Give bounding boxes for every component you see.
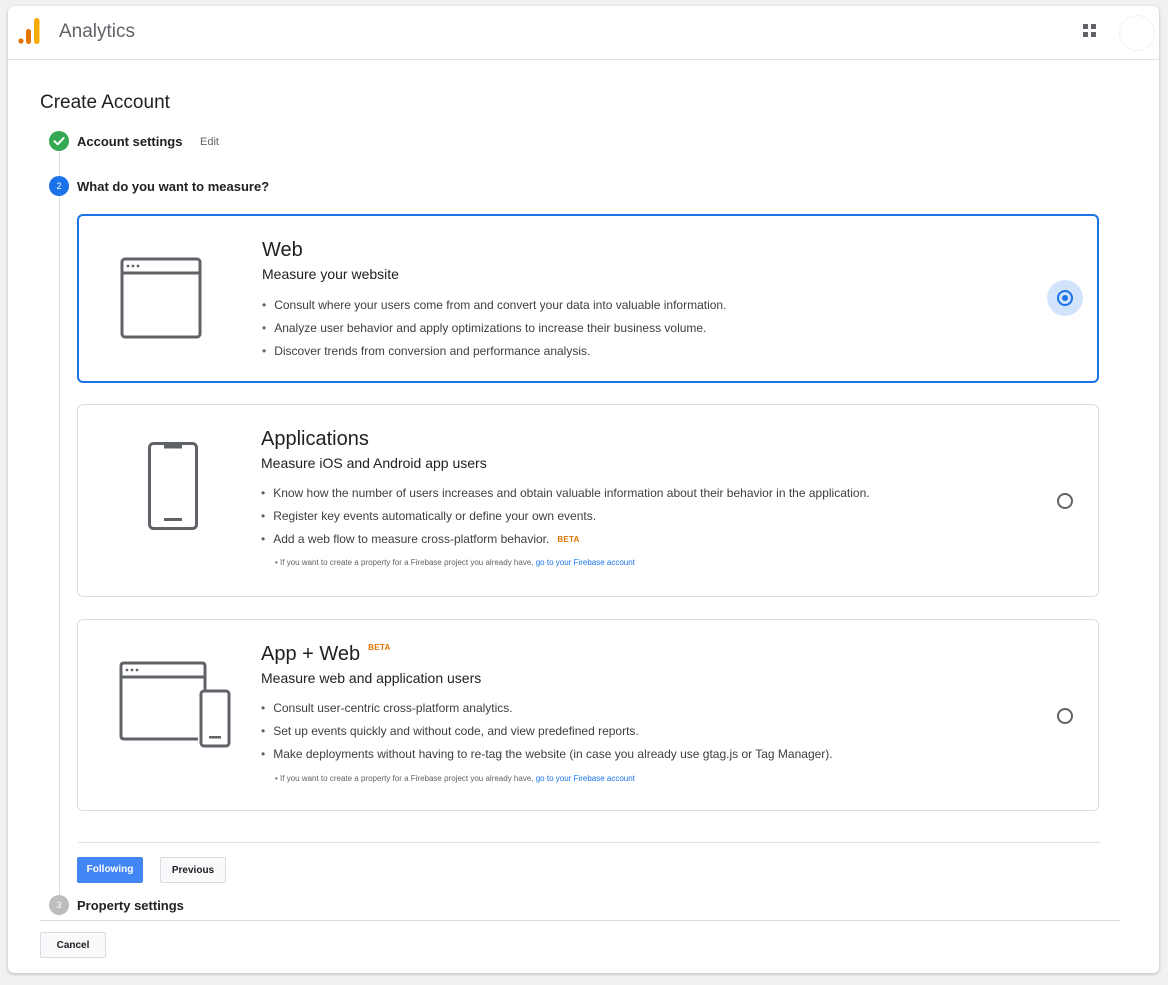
applications-option-bullets: Know how the number of users increases a…: [261, 482, 870, 551]
web-option-title: Web: [262, 239, 303, 261]
firebase-note-text: • If you want to create a property for a…: [275, 774, 534, 783]
edit-account-settings-link[interactable]: Edit: [200, 136, 219, 148]
app-web-option-card[interactable]: App + Web BETA Measure web and applicatio…: [77, 619, 1099, 811]
top-bar: Analytics: [8, 6, 1159, 60]
list-item: Consult where your users come from and c…: [262, 294, 726, 317]
list-item: Add a web flow to measure cross-platform…: [261, 528, 870, 551]
list-item: Discover trends from conversion and perf…: [262, 340, 726, 363]
footer-divider: [40, 920, 1120, 921]
firebase-account-link[interactable]: go to your Firebase account: [536, 774, 635, 783]
list-item: Set up events quickly and without code, …: [261, 720, 833, 743]
previous-button[interactable]: Previous: [160, 857, 226, 883]
step-3-label: Property settings: [77, 898, 184, 913]
smartphone-icon: [148, 442, 198, 530]
firebase-note: • If you want to create a property for a…: [275, 558, 635, 567]
step-1-label: Account settings: [77, 134, 183, 149]
app-title: Analytics: [59, 21, 136, 42]
firebase-note: • If you want to create a property for a…: [275, 774, 635, 783]
step-2-label: What do you want to measure?: [77, 179, 270, 194]
app-window: Analytics Create Account Account setting…: [8, 6, 1159, 973]
applications-option-subtitle: Measure iOS and Android app users: [261, 455, 487, 471]
list-item: Know how the number of users increases a…: [261, 482, 869, 505]
applications-option-card[interactable]: Applications Measure iOS and Android app…: [77, 404, 1099, 597]
list-item: Consult user-centric cross-platform anal…: [261, 697, 833, 720]
firebase-account-link[interactable]: go to your Firebase account: [536, 558, 635, 567]
app-web-option-subtitle: Measure web and application users: [261, 670, 482, 686]
stepper-line: [59, 152, 60, 917]
analytics-logo-icon[interactable]: [18, 17, 42, 45]
app-web-title-text: App + Web: [261, 643, 361, 665]
list-item: Analyze user behavior and apply optimiza…: [262, 317, 726, 340]
applications-option-title: Applications: [261, 428, 369, 450]
cancel-button[interactable]: Cancel: [40, 932, 106, 958]
list-item-text: Add a web flow to measure cross-platform…: [273, 532, 550, 546]
web-option-card[interactable]: Web Measure your website Consult where y…: [77, 214, 1099, 383]
avatar[interactable]: [1119, 15, 1155, 51]
following-button[interactable]: Following: [77, 857, 143, 883]
list-item: Make deployments without having to re-ta…: [261, 743, 832, 766]
beta-badge: BETA: [557, 535, 580, 544]
app-web-option-title: App + Web BETA: [261, 643, 391, 666]
step-2-number-icon: 2: [49, 176, 69, 196]
app-web-option-radio[interactable]: [1057, 708, 1073, 724]
web-option-radio[interactable]: [1057, 290, 1073, 306]
beta-badge: BETA: [368, 643, 391, 652]
list-item: Register key events automatically or def…: [261, 505, 870, 528]
browser-window-icon: [120, 257, 202, 339]
app-web-option-bullets: Consult user-centric cross-platform anal…: [261, 697, 833, 766]
section-divider: [78, 842, 1101, 843]
step-3-number-icon: 3: [49, 895, 69, 915]
page-title: Create Account: [40, 92, 170, 113]
step-complete-check-icon: [49, 131, 69, 151]
apps-grid-icon[interactable]: [1083, 24, 1097, 38]
applications-option-radio[interactable]: [1057, 493, 1073, 509]
web-option-subtitle: Measure your website: [262, 266, 399, 282]
web-option-bullets: Consult where your users come from and c…: [262, 294, 726, 363]
firebase-note-text: • If you want to create a property for a…: [275, 558, 534, 567]
browser-and-phone-icon: [119, 661, 231, 748]
